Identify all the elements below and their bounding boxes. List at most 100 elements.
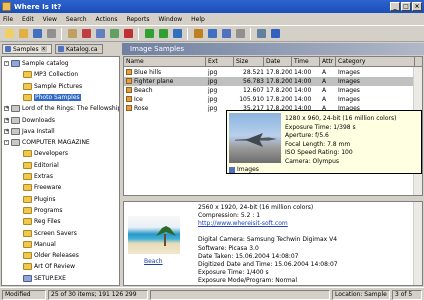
- tree-item[interactable]: Reg Files: [16, 217, 60, 226]
- tree-item[interactable]: Manual: [16, 240, 56, 249]
- column-header-name[interactable]: Name: [124, 57, 206, 67]
- tree-item[interactable]: MP3 Collection: [16, 70, 78, 79]
- folder-icon: [23, 252, 32, 260]
- file-name-cell: Fighter plane: [124, 77, 206, 86]
- preview-scrollbar[interactable]: [413, 202, 422, 285]
- list-header: Name Ext Size Date Time Attr Category: [124, 57, 422, 67]
- help-icon[interactable]: [269, 28, 281, 40]
- table-row[interactable]: Fighter plane jpg 56.78317.8.200114:00 A Ima…: [124, 77, 422, 86]
- tree-item[interactable]: - Sample catalog: [4, 59, 69, 68]
- preview-line: Compression: 5.2 : 1: [198, 212, 261, 220]
- menu-item-file[interactable]: File: [3, 16, 13, 23]
- folder-icon: [23, 184, 32, 192]
- open-icon[interactable]: [17, 28, 29, 40]
- cut-icon[interactable]: [80, 28, 92, 40]
- column-header-size[interactable]: Size: [234, 57, 264, 67]
- tree-item[interactable]: Older Releases: [16, 251, 79, 260]
- maximize-button[interactable]: □: [401, 2, 411, 11]
- paste-icon[interactable]: [108, 28, 120, 40]
- column-header-date[interactable]: Date: [264, 57, 292, 67]
- tree-item[interactable]: + Downloads: [4, 116, 55, 125]
- status-bar: Modified 25 of 30 items; 191 126 299 Loc…: [0, 287, 424, 300]
- catalog-icon: [5, 46, 11, 52]
- app-icon: [2, 2, 11, 11]
- tree-item[interactable]: Editorial: [16, 161, 59, 170]
- tree-item[interactable]: Plugins: [16, 195, 56, 204]
- cell-size: 56.783: [243, 78, 264, 85]
- tab-samples[interactable]: Samples x: [2, 44, 52, 54]
- catalog-tree[interactable]: - Sample catalog MP3 Collection Sample Pict…: [1, 56, 120, 286]
- cell-ext: jpg: [208, 78, 218, 85]
- tooltip-tag-label: Images: [237, 166, 259, 173]
- tag-icon: [229, 166, 235, 173]
- tree-item-label: Sample catalog: [22, 60, 69, 67]
- tab-katalog[interactable]: Katalog.ca: [55, 44, 103, 54]
- tree-item[interactable]: Sample Pictures: [16, 82, 82, 91]
- copy-icon[interactable]: [94, 28, 106, 40]
- minimize-button[interactable]: _: [390, 2, 400, 11]
- menu-item-edit[interactable]: Edit: [22, 16, 34, 23]
- preview-line: Exposure Mode/Program: Normal: [198, 276, 298, 284]
- delete-icon[interactable]: [122, 28, 134, 40]
- forward-icon[interactable]: [157, 28, 169, 40]
- tree-item[interactable]: Developers: [16, 149, 68, 158]
- table-row[interactable]: Ice jpg 105.91017.8.200114:00 A Images: [124, 95, 422, 104]
- window-title: Where Is It?: [14, 2, 62, 11]
- folder-icon: [23, 82, 32, 90]
- tree-item-label: Lord of the Rings: The Fellowship of the…: [22, 105, 120, 113]
- website-link[interactable]: http://www.whereisit-soft.com: [198, 220, 288, 227]
- menu-item-reports[interactable]: Reports: [126, 16, 149, 23]
- catalog-icon[interactable]: [66, 28, 78, 40]
- tree-item[interactable]: Photo Samples: [16, 93, 81, 102]
- tag-icon[interactable]: [220, 28, 232, 40]
- beach-thumbnail[interactable]: [128, 216, 180, 254]
- cell-time: 14:00: [294, 78, 312, 85]
- column-header-ext[interactable]: Ext: [206, 57, 234, 67]
- menu-item-help[interactable]: Help: [191, 16, 205, 23]
- preview-caption[interactable]: Beach: [144, 258, 163, 265]
- tree-item[interactable]: - COMPUTER MAGAZINE: [4, 138, 90, 147]
- tree-item[interactable]: Screen Savers: [16, 229, 77, 238]
- folder-icon: [23, 263, 32, 271]
- print-icon[interactable]: [45, 28, 57, 40]
- folder-icon: [23, 173, 32, 180]
- folder-icon: [23, 206, 32, 214]
- tree-item[interactable]: Freeware: [16, 183, 61, 192]
- menu-item-actions[interactable]: Actions: [96, 16, 118, 23]
- column-header-category[interactable]: Category: [336, 57, 415, 67]
- menu-item-window[interactable]: Window: [158, 16, 182, 23]
- properties-icon[interactable]: [234, 28, 246, 40]
- tree-item[interactable]: Art Of Review: [16, 262, 75, 271]
- cell-size: 105.910: [239, 96, 264, 103]
- tree-item[interactable]: + Java Install: [4, 127, 55, 136]
- new-icon[interactable]: [3, 28, 15, 40]
- back-icon[interactable]: [143, 28, 155, 40]
- tree-item[interactable]: + Lord of the Rings: The Fellowship of th…: [4, 104, 120, 113]
- image-file-icon: [126, 105, 132, 111]
- column-header-attr[interactable]: Attr: [320, 57, 336, 67]
- menu-item-view[interactable]: View: [43, 16, 57, 23]
- save-icon[interactable]: [31, 28, 43, 40]
- tree-item-label: Manual: [34, 240, 56, 248]
- collapse-icon[interactable]: -: [4, 61, 9, 66]
- expand-icon[interactable]: +: [4, 106, 9, 112]
- table-row[interactable]: Beach jpg 12.60717.8.200114:00 A Images: [124, 86, 422, 95]
- tooltip-line: Camera: Olympus: [285, 157, 339, 165]
- collapse-icon[interactable]: -: [4, 140, 9, 146]
- tree-item[interactable]: Extras: [16, 172, 53, 181]
- find-icon[interactable]: [206, 28, 218, 40]
- close-button[interactable]: ×: [412, 2, 422, 11]
- tree-item[interactable]: SETUP.EXE: [16, 274, 66, 283]
- up-icon[interactable]: [171, 28, 183, 40]
- search-icon[interactable]: [192, 28, 204, 40]
- table-row[interactable]: Blue hills jpg 28.52117.8.200114:00 A Images: [124, 68, 422, 77]
- cell-category: Images: [338, 78, 360, 85]
- expand-icon[interactable]: +: [4, 117, 9, 123]
- column-header-time[interactable]: Time: [292, 57, 320, 67]
- menu-item-search[interactable]: Search: [66, 16, 87, 23]
- file-name-cell: Ice: [124, 95, 206, 104]
- view-icon[interactable]: [255, 28, 267, 40]
- expand-icon[interactable]: +: [4, 128, 9, 134]
- close-icon[interactable]: x: [40, 46, 47, 52]
- tree-item[interactable]: Programs: [16, 206, 62, 215]
